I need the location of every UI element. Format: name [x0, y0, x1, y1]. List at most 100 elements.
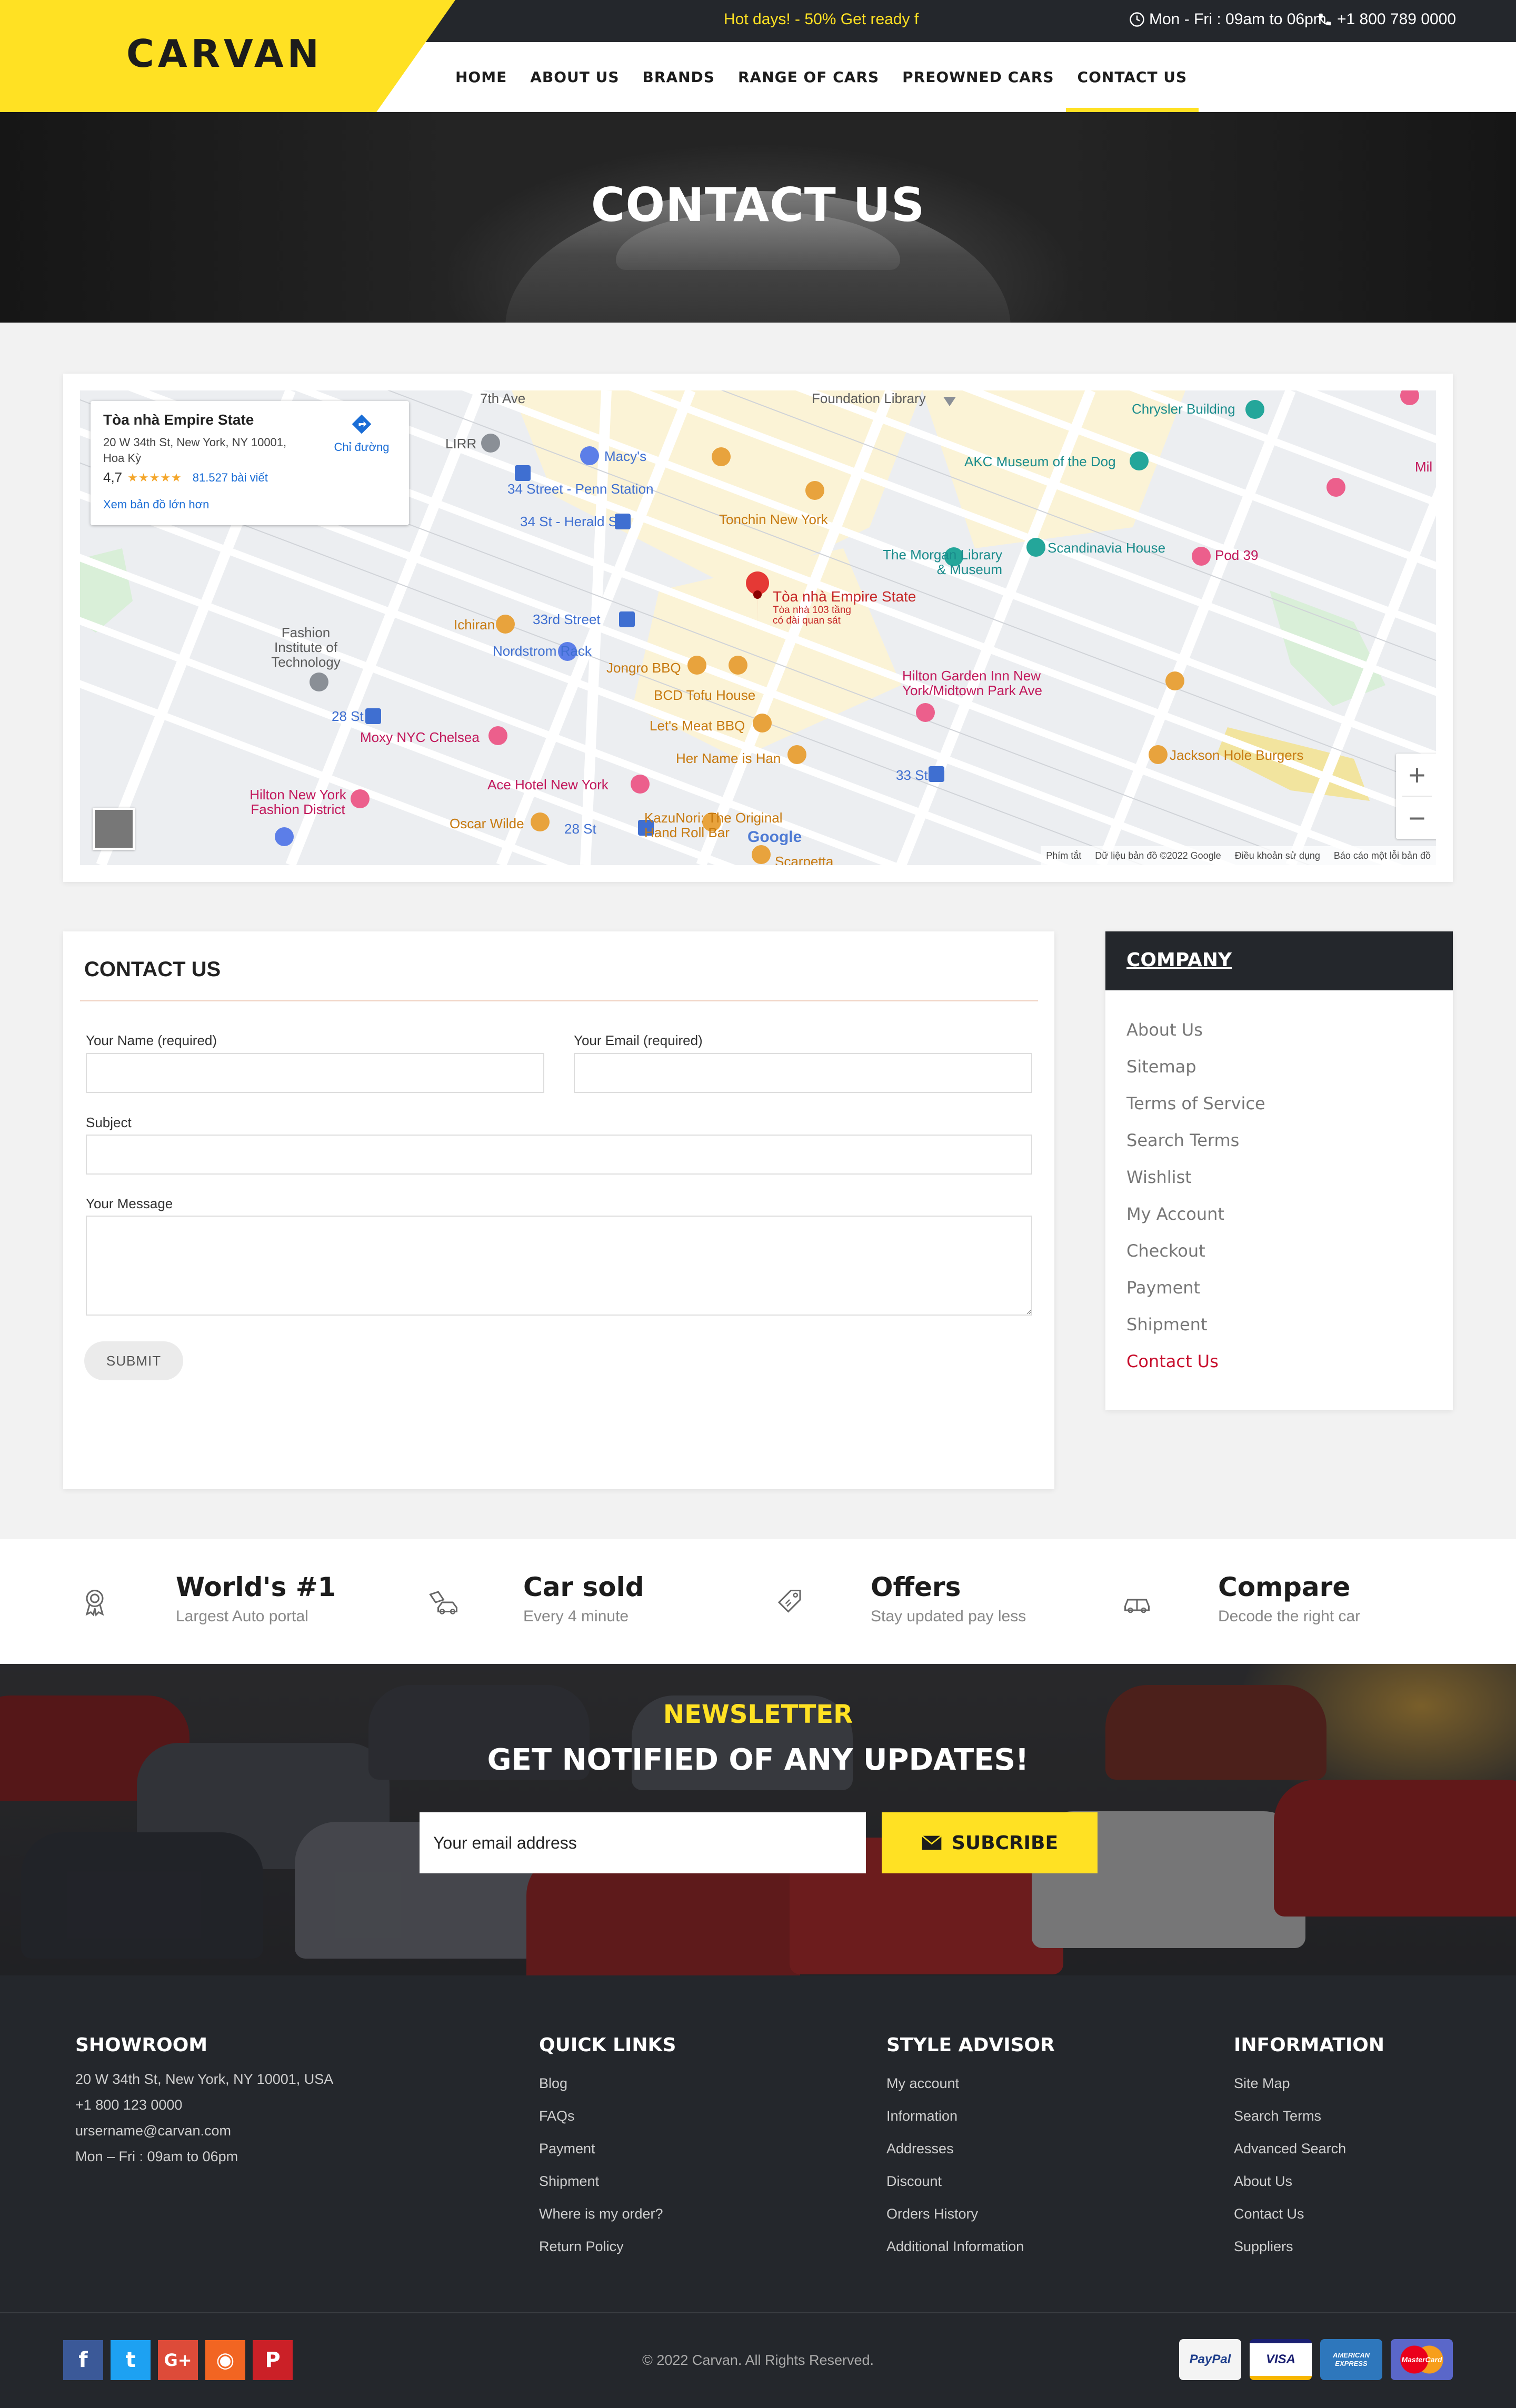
feature-subtitle: Decode the right car	[1218, 1608, 1361, 1625]
nav-brands[interactable]: BRANDS	[631, 42, 726, 112]
site-footer: SHOWROOM 20 W 34th St, New York, NY 1000…	[0, 1975, 1516, 2408]
style-advisor-title: STYLE ADVISOR	[886, 2034, 1055, 2056]
footer-link-where-is-order[interactable]: Where is my order?	[539, 2206, 663, 2239]
form-divider	[80, 1000, 1038, 1001]
company-link-wishlist[interactable]: Wishlist	[1126, 1167, 1265, 1204]
terms-of-use-link[interactable]: Điều khoản sử dụng	[1235, 850, 1320, 861]
map-label-mil: Mil	[1415, 459, 1433, 475]
google-map[interactable]: Foundation Library Chrysler Building Mac…	[80, 390, 1436, 865]
showroom-address: 20 W 34th St, New York, NY 10001, USA	[75, 2071, 334, 2087]
newsletter-title: GET NOTIFIED OF ANY UPDATES!	[487, 1743, 1029, 1777]
footer-link-shipment[interactable]: Shipment	[539, 2173, 663, 2206]
award-icon	[85, 1590, 104, 1617]
company-link-checkout[interactable]: Checkout	[1126, 1241, 1265, 1278]
footer-link-additional-info[interactable]: Additional Information	[886, 2239, 1024, 2271]
feature-title: World's #1	[176, 1572, 336, 1602]
company-link-shipment[interactable]: Shipment	[1126, 1315, 1265, 1351]
company-links: About Us Sitemap Terms of Service Search…	[1126, 1020, 1265, 1388]
map-data-credit: Dữ liệu bản đồ ©2022 Google	[1095, 850, 1221, 861]
footer-link-suppliers[interactable]: Suppliers	[1234, 2239, 1346, 2271]
nav-range-of-cars[interactable]: RANGE OF CARS	[726, 42, 891, 112]
keyboard-shortcuts-link[interactable]: Phím tắt	[1046, 850, 1081, 861]
showroom-info: 20 W 34th St, New York, NY 10001, USA +1…	[75, 2071, 333, 2174]
email-input[interactable]	[574, 1053, 1032, 1093]
company-link-my-account[interactable]: My Account	[1126, 1204, 1265, 1241]
footer-link-return-policy[interactable]: Return Policy	[539, 2239, 663, 2271]
report-error-link[interactable]: Báo cáo một lỗi bản đồ	[1334, 850, 1431, 861]
company-link-payment[interactable]: Payment	[1126, 1278, 1265, 1315]
map-label-hilton-fashion: Hilton New York Fashion District	[250, 787, 346, 817]
footer-link-site-map[interactable]: Site Map	[1234, 2075, 1346, 2108]
page-title: CONTACT US	[591, 178, 925, 232]
email-label: Your Email (required)	[574, 1032, 703, 1048]
map-label-ichiran: Ichiran	[454, 617, 495, 633]
hot-deal-ticker: Hot days! - 50% Get ready f	[724, 11, 919, 28]
feature-title: Car sold	[523, 1572, 644, 1602]
footer-link-information[interactable]: Information	[886, 2108, 1024, 2141]
footer-link-payment[interactable]: Payment	[539, 2141, 663, 2173]
company-sidebar: COMPANY About Us Sitemap Terms of Servic…	[1105, 931, 1453, 1410]
showroom-title: SHOWROOM	[75, 2034, 208, 2056]
message-label: Your Message	[86, 1196, 173, 1211]
map-label-33-st: 33 St	[896, 767, 928, 783]
company-title: COMPANY	[1126, 949, 1232, 971]
company-link-search-terms[interactable]: Search Terms	[1126, 1130, 1265, 1167]
footer-link-blog[interactable]: Blog	[539, 2075, 663, 2108]
nav-contact-us[interactable]: CONTACT US	[1065, 42, 1199, 112]
map-label-morgan-library: The Morgan Library & Museum	[883, 547, 1002, 577]
nav-about-us[interactable]: ABOUT US	[518, 42, 631, 112]
map-label-scarpetta: Scarpetta	[775, 854, 834, 865]
car-tag-icon	[429, 1591, 457, 1614]
site-header: CARVAN Hot days! - 50% Get ready f Mon -…	[0, 0, 1516, 112]
subscribe-button[interactable]: SUBCRIBE	[882, 1812, 1098, 1873]
company-link-terms[interactable]: Terms of Service	[1126, 1093, 1265, 1130]
company-link-contact-us[interactable]: Contact Us	[1126, 1351, 1265, 1388]
showroom-phone[interactable]: +1 800 123 0000	[75, 2097, 333, 2123]
company-link-sitemap[interactable]: Sitemap	[1126, 1057, 1265, 1093]
phone-number[interactable]: +1 800 789 0000	[1317, 11, 1456, 28]
map-label-jackson-hole: Jackson Hole Burgers	[1170, 747, 1304, 763]
street-view-pegman[interactable]	[93, 808, 135, 850]
footer-link-discount[interactable]: Discount	[886, 2173, 1024, 2206]
footer-link-about-us[interactable]: About Us	[1234, 2173, 1346, 2206]
map-label-oscar-wilde: Oscar Wilde	[450, 816, 524, 831]
map-label-akc-museum: AKC Museum of the Dog	[964, 454, 1116, 469]
footer-link-my-account[interactable]: My account	[886, 2075, 1024, 2108]
footer-link-faqs[interactable]: FAQs	[539, 2108, 663, 2141]
subject-label: Subject	[86, 1115, 132, 1130]
message-textarea[interactable]	[86, 1216, 1032, 1316]
showroom-email[interactable]: ursername@carvan.com	[75, 2123, 333, 2149]
logo[interactable]: CARVAN	[0, 0, 455, 112]
footer-link-contact-us[interactable]: Contact Us	[1234, 2206, 1346, 2239]
zoom-out-button[interactable]: −	[1396, 797, 1436, 839]
map-label-hilton-garden: Hilton Garden Inn New York/Midtown Park …	[902, 668, 1042, 698]
map-label-jongro: Jongro BBQ	[606, 660, 681, 676]
map-label-nordstrom: Nordstrom Rack	[493, 643, 592, 659]
feature-subtitle: Every 4 minute	[523, 1608, 629, 1625]
newsletter-kicker: NEWSLETTER	[663, 1700, 853, 1729]
larger-map-link[interactable]: Xem bản đồ lớn hơn	[103, 498, 209, 511]
directions-button[interactable]: Chỉ đường	[327, 413, 396, 454]
zoom-in-button[interactable]: +	[1396, 754, 1436, 796]
newsletter-email-input[interactable]	[420, 1812, 866, 1873]
nav-home[interactable]: HOME	[444, 42, 518, 112]
footer-link-advanced-search[interactable]: Advanced Search	[1234, 2141, 1346, 2173]
subject-input[interactable]	[86, 1135, 1032, 1175]
submit-button[interactable]: SUBMIT	[84, 1341, 183, 1380]
phone-icon	[1319, 13, 1331, 26]
quick-links-title: QUICK LINKS	[539, 2034, 676, 2056]
map-label-tonchin: Tonchin New York	[719, 511, 828, 527]
name-input[interactable]	[86, 1053, 544, 1093]
footer-link-search-terms[interactable]: Search Terms	[1234, 2108, 1346, 2141]
main-nav: HOME ABOUT US BRANDS RANGE OF CARS PREOW…	[444, 42, 1199, 112]
newsletter-section: NEWSLETTER GET NOTIFIED OF ANY UPDATES! …	[0, 1664, 1516, 1975]
paypal-icon: PayPal	[1179, 2339, 1241, 2380]
reviews-link[interactable]: 81.527 bài viết	[193, 471, 268, 485]
footer-link-orders-history[interactable]: Orders History	[886, 2206, 1024, 2239]
map-card: Foundation Library Chrysler Building Mac…	[63, 374, 1453, 882]
nav-preowned-cars[interactable]: PREOWNED CARS	[891, 42, 1065, 112]
place-address: 20 W 34th St, New York, NY 10001, Hoa Kỳ	[103, 436, 287, 465]
feature-title: Compare	[1218, 1572, 1351, 1602]
footer-link-addresses[interactable]: Addresses	[886, 2141, 1024, 2173]
company-link-about-us[interactable]: About Us	[1126, 1020, 1265, 1057]
